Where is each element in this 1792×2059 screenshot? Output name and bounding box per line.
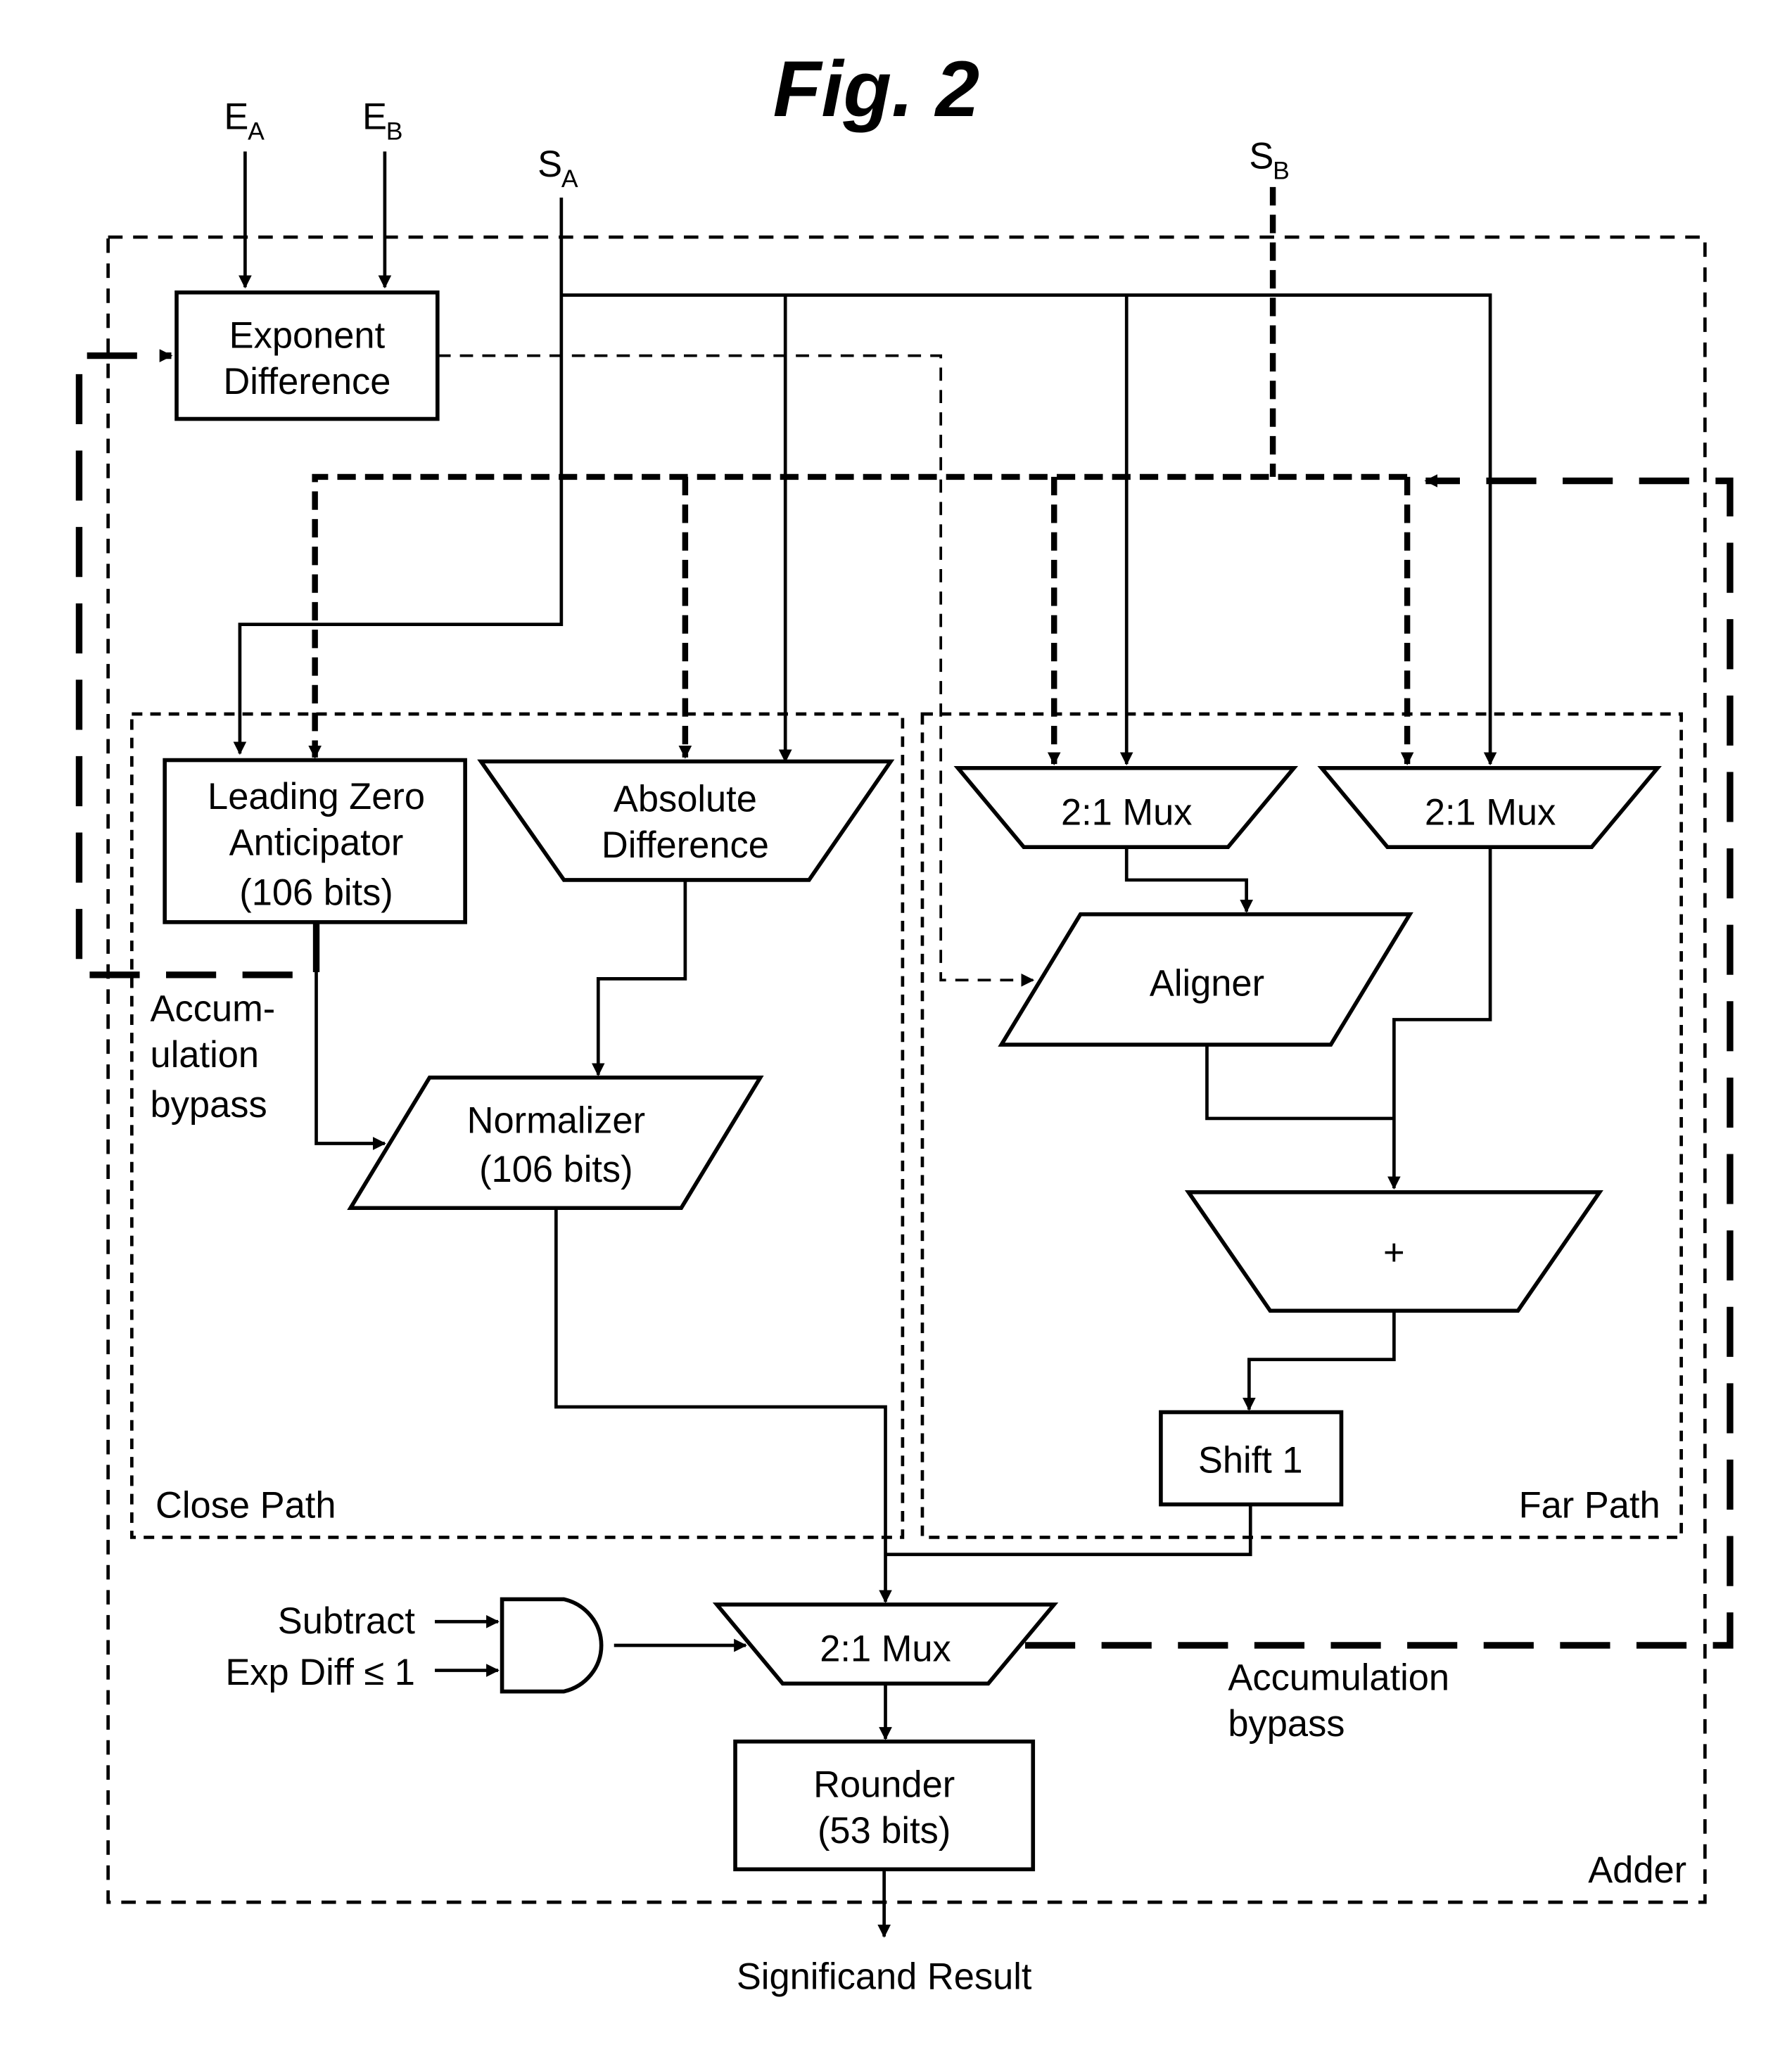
accum-bypass-left-label: Accum- ulation bypass bbox=[151, 988, 276, 1126]
svg-text:Aligner: Aligner bbox=[1150, 964, 1264, 1005]
mux-far-right-block: 2:1 Mux bbox=[1317, 765, 1662, 849]
exp-diff-wire bbox=[437, 354, 1035, 987]
input-eb: E B bbox=[362, 97, 402, 146]
accum-bypass-right-loop bbox=[1025, 474, 1734, 1649]
svg-text:bypass: bypass bbox=[1228, 1704, 1345, 1745]
svg-text:S: S bbox=[538, 144, 562, 185]
svg-text:Shift 1: Shift 1 bbox=[1198, 1441, 1303, 1481]
shift-to-mux-wire bbox=[885, 1504, 1252, 1557]
input-sb: S B bbox=[1249, 136, 1289, 185]
gate-input-exp-diff: Exp Diff ≤ 1 bbox=[225, 1652, 415, 1693]
svg-text:A: A bbox=[561, 165, 578, 193]
mux-final-block: 2:1 Mux bbox=[712, 1602, 1059, 1686]
adder-op-block: + bbox=[1184, 1190, 1603, 1313]
svg-text:B: B bbox=[1273, 157, 1290, 185]
output-label: Significand Result bbox=[737, 1957, 1032, 1998]
aligner-to-adder-wire bbox=[1205, 1045, 1394, 1121]
input-sa: S A bbox=[538, 144, 578, 193]
accum-bypass-right-label: Accumulation bypass bbox=[1228, 1658, 1449, 1745]
svg-text:Rounder: Rounder bbox=[813, 1764, 955, 1805]
mux-to-adder-wire bbox=[1387, 847, 1492, 1190]
svg-text:Difference: Difference bbox=[223, 362, 390, 402]
mux-far-left-block: 2:1 Mux bbox=[953, 765, 1299, 849]
absolute-difference-block: Absolute Difference bbox=[477, 759, 895, 882]
svg-text:ulation: ulation bbox=[151, 1035, 259, 1076]
svg-text:S: S bbox=[1249, 136, 1273, 177]
and-gate bbox=[500, 1597, 604, 1694]
svg-text:Anticipator: Anticipator bbox=[229, 822, 404, 863]
svg-text:(106 bits): (106 bits) bbox=[479, 1149, 633, 1190]
figure-title: Fig. 2 bbox=[773, 44, 979, 133]
svg-text:E: E bbox=[362, 97, 387, 138]
normalizer-block: Normalizer (106 bits) bbox=[347, 1076, 764, 1211]
rounder-block: Rounder (53 bits) bbox=[733, 1739, 1036, 1872]
svg-text:A: A bbox=[248, 117, 265, 146]
sb-wires bbox=[308, 186, 1414, 766]
input-ea: E A bbox=[224, 97, 265, 146]
lza-to-normalizer-wire bbox=[314, 922, 386, 1150]
svg-text:Difference: Difference bbox=[602, 825, 769, 866]
fp-adder-diagram: Fig. 2 E A E B S A S B Exponent Differen… bbox=[75, 44, 1734, 1998]
mux-to-aligner-wire bbox=[1124, 847, 1253, 913]
normalizer-to-mux-wire bbox=[554, 1208, 892, 1604]
aligner-block: Aligner bbox=[998, 912, 1413, 1047]
svg-text:2:1 Mux: 2:1 Mux bbox=[1061, 792, 1192, 833]
svg-text:Leading Zero: Leading Zero bbox=[208, 777, 425, 817]
far-path-label: Far Path bbox=[1519, 1485, 1660, 1526]
svg-text:Accumulation: Accumulation bbox=[1228, 1658, 1449, 1699]
exponent-difference-block: Exponent Difference bbox=[174, 290, 440, 421]
svg-text:(53 bits): (53 bits) bbox=[818, 1811, 951, 1851]
gate-input-subtract: Subtract bbox=[278, 1601, 416, 1642]
svg-text:bypass: bypass bbox=[151, 1085, 267, 1126]
svg-text:2:1 Mux: 2:1 Mux bbox=[820, 1628, 951, 1669]
svg-text:2:1 Mux: 2:1 Mux bbox=[1425, 792, 1556, 833]
close-path-label: Close Path bbox=[155, 1485, 336, 1526]
adder-label: Adder bbox=[1588, 1850, 1686, 1891]
svg-text:Normalizer: Normalizer bbox=[467, 1101, 645, 1142]
svg-text:B: B bbox=[386, 117, 403, 146]
svg-text:(106 bits): (106 bits) bbox=[239, 873, 393, 914]
svg-text:Exponent: Exponent bbox=[229, 315, 386, 356]
lza-block: Leading Zero Anticipator (106 bits) bbox=[163, 758, 467, 924]
svg-text:+: + bbox=[1383, 1232, 1405, 1273]
adder-to-shift-wire bbox=[1243, 1311, 1396, 1411]
absdiff-to-normalizer-wire bbox=[591, 879, 687, 1076]
svg-text:E: E bbox=[224, 97, 248, 138]
svg-text:Accum-: Accum- bbox=[151, 988, 276, 1029]
sa-wires bbox=[233, 197, 1497, 766]
svg-text:Absolute: Absolute bbox=[614, 779, 757, 820]
shift1-block: Shift 1 bbox=[1159, 1410, 1344, 1507]
